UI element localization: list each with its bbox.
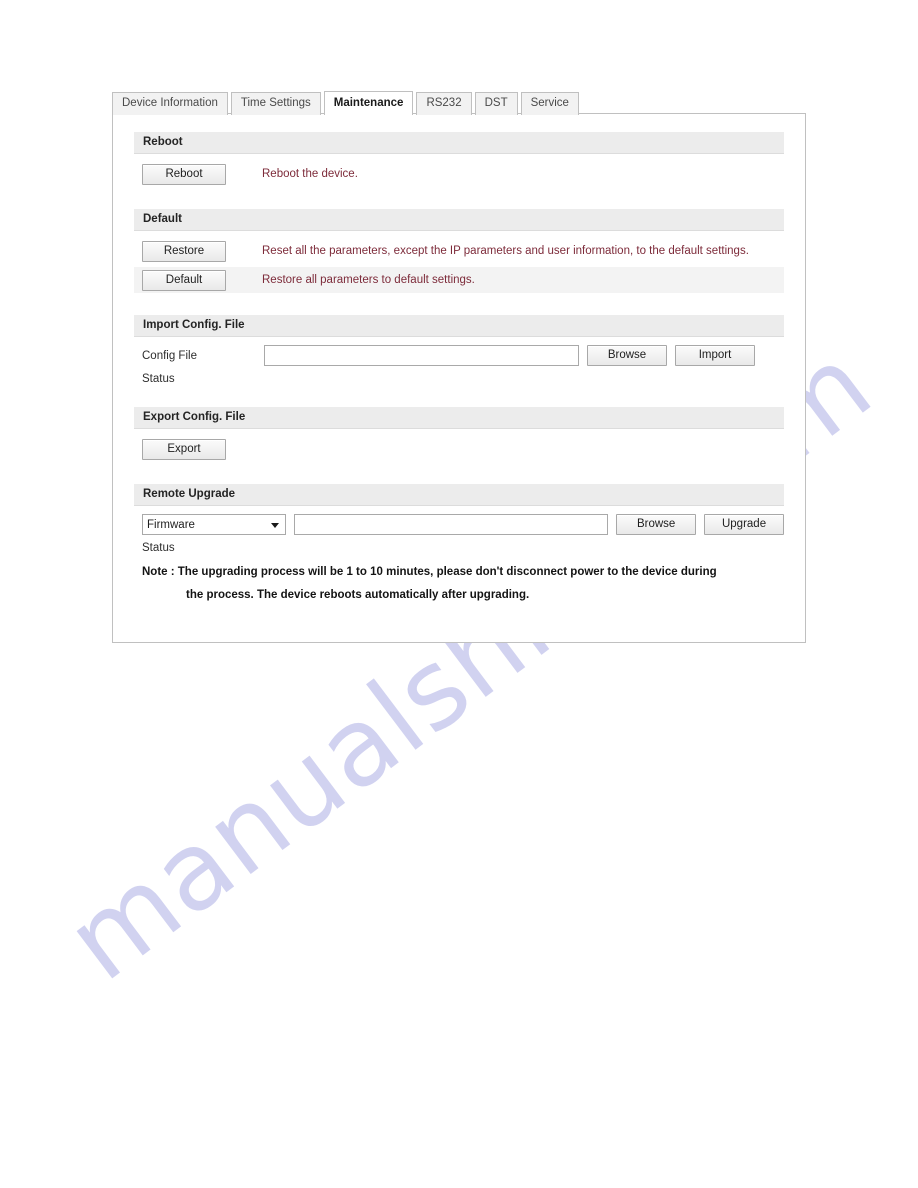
config-file-label: Config File <box>142 349 197 362</box>
default-row: Default Restore all parameters to defaul… <box>134 267 784 293</box>
upgrade-browse-button[interactable]: Browse <box>616 514 697 535</box>
tab-dst[interactable]: DST <box>474 92 518 115</box>
import-status-label: Status <box>142 373 175 385</box>
export-button[interactable]: Export <box>142 438 226 460</box>
upgrade-button[interactable]: Upgrade <box>704 514 784 535</box>
section-body-reboot: Reboot Reboot the device. <box>134 154 784 187</box>
upgrade-note-line-1: Note : The upgrading process will be 1 t… <box>142 566 717 578</box>
restore-description: Reset all the parameters, except the IP … <box>262 245 749 257</box>
section-body-default: Restore Reset all the parameters, except… <box>134 231 784 293</box>
tab-time-settings[interactable]: Time Settings <box>230 92 321 115</box>
reboot-row: Reboot Reboot the device. <box>134 161 784 187</box>
section-reboot: Reboot Reboot Reboot the device. <box>134 132 784 187</box>
section-import-config: Import Config. File Config File Browse I… <box>134 315 784 385</box>
restore-row: Restore Reset all the parameters, except… <box>134 238 784 264</box>
upgrade-status-label: Status <box>142 542 175 554</box>
upgrade-file-input[interactable] <box>293 514 609 535</box>
section-header-reboot: Reboot <box>134 132 784 154</box>
reboot-button-cell: Reboot <box>134 163 262 185</box>
content-panel: Reboot Reboot Reboot the device. Default… <box>112 113 806 643</box>
maintenance-page: Device Information Time Settings Mainten… <box>112 90 806 643</box>
section-default: Default Restore Reset all the parameters… <box>134 209 784 293</box>
import-button[interactable]: Import <box>675 345 755 366</box>
section-export-config: Export Config. File Export <box>134 407 784 462</box>
default-button-cell: Default <box>134 269 262 291</box>
section-header-import-config: Import Config. File <box>134 315 784 337</box>
tab-rs232[interactable]: RS232 <box>416 92 472 115</box>
tab-maintenance[interactable]: Maintenance <box>323 91 414 115</box>
remote-upgrade-file-row: Firmware Browse Upgrade <box>134 513 784 536</box>
section-body-export-config: Export <box>134 429 784 462</box>
default-description: Restore all parameters to default settin… <box>262 274 475 286</box>
reboot-button[interactable]: Reboot <box>142 163 226 185</box>
config-file-input[interactable] <box>264 345 579 366</box>
section-remote-upgrade: Remote Upgrade Firmware Browse Upgrade S… <box>134 484 784 601</box>
section-header-default: Default <box>134 209 784 231</box>
default-button[interactable]: Default <box>142 269 226 291</box>
chevron-down-icon <box>270 522 279 528</box>
reboot-description: Reboot the device. <box>262 168 358 180</box>
section-header-remote-upgrade: Remote Upgrade <box>134 484 784 506</box>
import-browse-button[interactable]: Browse <box>587 345 667 366</box>
export-button-cell: Export <box>134 438 262 460</box>
upgrade-type-select[interactable]: Firmware <box>142 514 286 535</box>
restore-button[interactable]: Restore <box>142 240 226 262</box>
tab-bar: Device Information Time Settings Mainten… <box>112 90 806 115</box>
section-body-import-config: Config File Browse Import Status <box>134 337 784 385</box>
tab-service[interactable]: Service <box>520 92 579 115</box>
upgrade-type-value: Firmware <box>147 518 195 531</box>
tab-device-information[interactable]: Device Information <box>112 92 228 115</box>
upgrade-note-line-2: the process. The device reboots automati… <box>186 588 530 601</box>
export-row: Export <box>134 436 784 462</box>
restore-button-cell: Restore <box>134 240 262 262</box>
import-config-file-row: Config File Browse Import <box>134 344 784 367</box>
section-body-remote-upgrade: Firmware Browse Upgrade Status Note : Th… <box>134 506 784 601</box>
section-header-export-config: Export Config. File <box>134 407 784 429</box>
